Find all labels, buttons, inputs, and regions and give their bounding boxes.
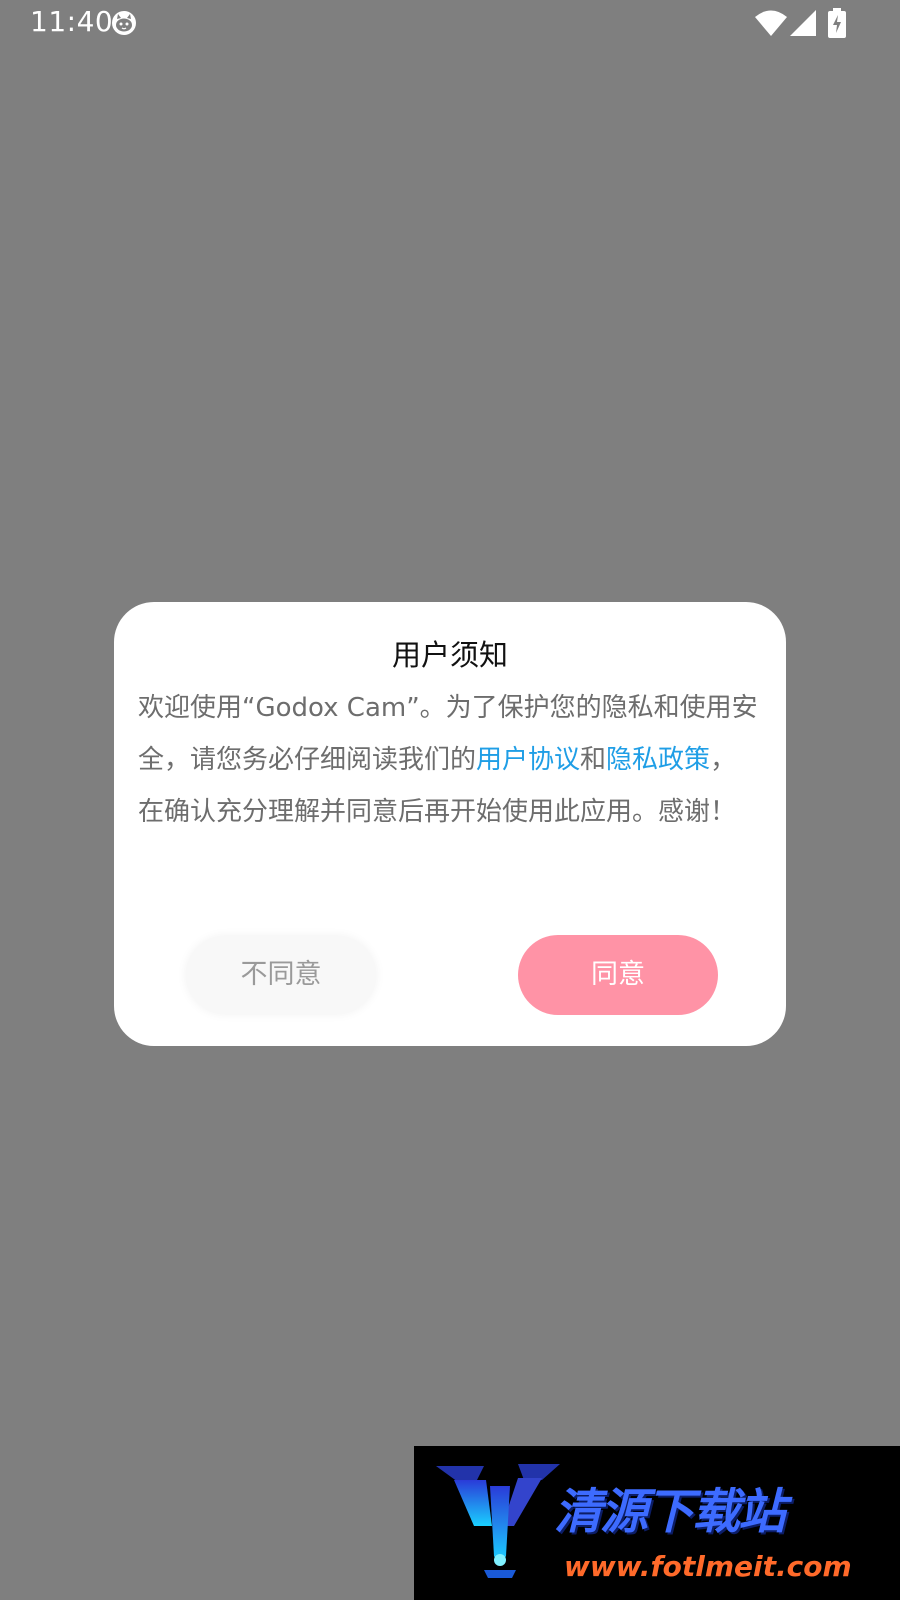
dialog-body: 欢迎使用“Godox Cam”。为了保护您的隐私和使用安全，请您务必仔细阅读我们… [138,682,762,838]
privacy-policy-link[interactable]: 隐私政策 [606,745,710,775]
battery-charging-icon [828,8,846,38]
watermark-url: www.fotlmeit.com [564,1550,852,1583]
cellular-signal-icon [790,10,816,36]
status-time: 11:40 [30,5,114,38]
disagree-button[interactable]: 不同意 [186,936,376,1014]
wifi-icon [755,10,787,36]
dialog-title: 用户须知 [391,638,508,672]
user-notice-dialog: 用户须知 欢迎使用“Godox Cam”。为了保护您的隐私和使用安全，请您务必仔… [114,602,786,1046]
body-text-2: 和 [580,745,607,775]
watermark-banner: 清源下载站 www.fotlmeit.com [414,1446,900,1600]
user-agreement-link[interactable]: 用户协议 [476,745,580,775]
agree-button[interactable]: 同意 [518,935,718,1015]
cat-notification-icon [112,11,136,35]
status-bar: 11:40 [0,0,900,48]
watermark-logo-text: 清源下载站 [554,1484,786,1540]
